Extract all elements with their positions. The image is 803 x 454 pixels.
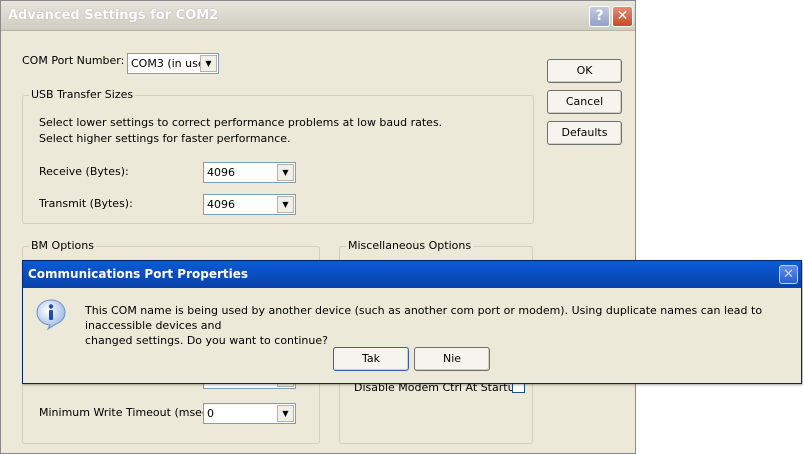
dialog-message: This COM name is being used by another d… [85,303,795,348]
title-bar[interactable]: Advanced Settings for COM2 ? ✕ [1,1,635,31]
dialog-title-bar[interactable]: Communications Port Properties ✕ [23,261,801,288]
cancel-button[interactable]: Cancel [547,90,622,114]
help-icon: ? [595,8,604,24]
communications-port-dialog: Communications Port Properties ✕ This CO… [22,260,802,384]
close-icon: ✕ [616,8,629,24]
dialog-close-button[interactable]: ✕ [779,265,798,284]
close-button[interactable]: ✕ [612,6,633,27]
min-write-timeout-value: 0 [207,407,214,420]
chevron-down-icon[interactable]: ▼ [277,164,294,181]
transmit-value: 4096 [207,198,235,211]
com-port-value: COM3 (in use) [131,57,209,70]
chevron-down-icon[interactable]: ▼ [277,196,294,213]
transmit-select[interactable]: 4096 ▼ [203,194,296,215]
yes-button[interactable]: Tak [333,347,409,371]
information-icon [35,298,67,331]
min-write-timeout-label: Minimum Write Timeout (msec): [39,406,216,419]
transmit-label: Transmit (Bytes): [39,197,133,210]
receive-label: Receive (Bytes): [39,165,129,178]
no-button[interactable]: Nie [414,347,490,371]
com-port-select[interactable]: COM3 (in use) ▼ [127,53,219,74]
advanced-settings-window: Advanced Settings for COM2 ? ✕ COM Port … [0,0,636,454]
receive-value: 4096 [207,166,235,179]
misc-options-legend: Miscellaneous Options [346,239,474,252]
dialog-message-line-2: changed settings. Do you want to continu… [85,334,328,347]
com-port-label: COM Port Number: [22,54,125,67]
chevron-down-icon[interactable]: ▼ [277,405,294,422]
help-button[interactable]: ? [589,6,610,27]
chevron-down-icon[interactable]: ▼ [200,55,217,72]
ok-button[interactable]: OK [547,59,622,83]
defaults-button[interactable]: Defaults [547,121,622,145]
close-icon: ✕ [783,267,794,282]
usb-hint-line-2: Select higher settings for faster perfor… [39,132,291,145]
min-write-timeout-select[interactable]: 0 ▼ [203,403,296,424]
dialog-title: Communications Port Properties [28,267,249,281]
usb-hint-line-1: Select lower settings to correct perform… [39,116,443,129]
bm-options-legend: BM Options [29,239,96,252]
dialog-message-line-1: This COM name is being used by another d… [85,304,763,332]
usb-transfer-legend: USB Transfer Sizes [29,88,136,101]
receive-select[interactable]: 4096 ▼ [203,162,296,183]
window-title: Advanced Settings for COM2 [8,8,219,23]
